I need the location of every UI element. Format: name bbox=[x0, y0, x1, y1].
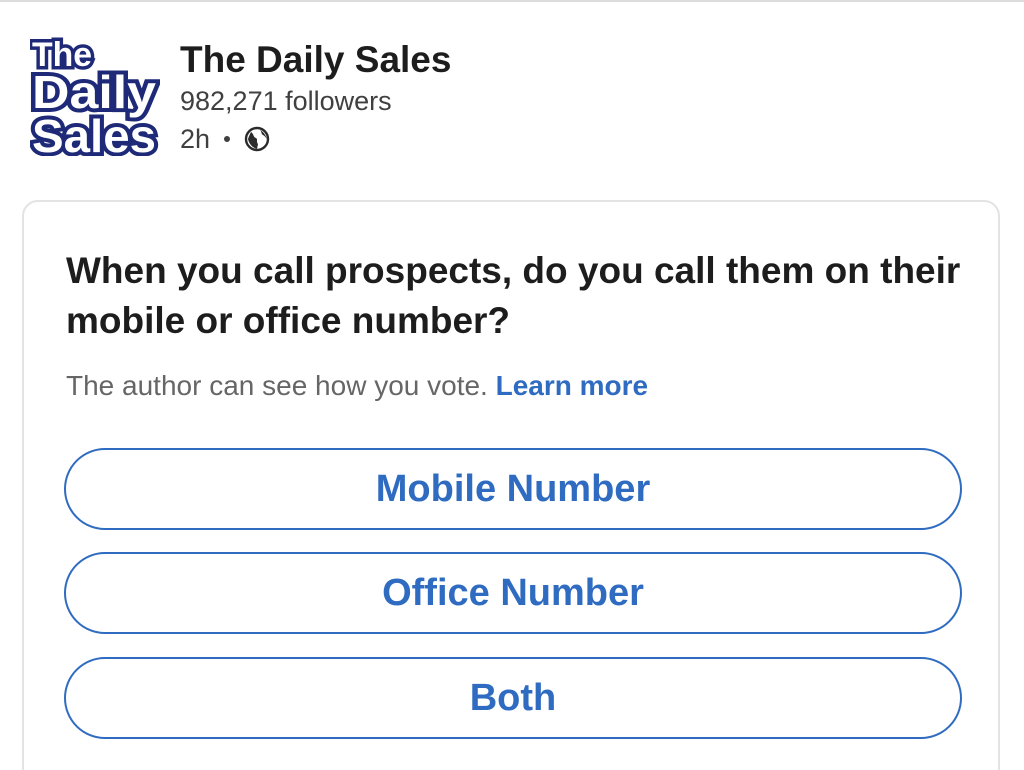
post-meta: 2h bbox=[180, 122, 270, 156]
post-time: 2h bbox=[180, 123, 211, 154]
top-divider bbox=[0, 0, 1024, 2]
author-note-text: The author can see how you vote. bbox=[66, 370, 488, 401]
poll-author-note: The author can see how you vote. Learn m… bbox=[66, 368, 648, 404]
poll-card: When you call prospects, do you call the… bbox=[22, 200, 1000, 770]
poll-option-both[interactable]: Both bbox=[64, 657, 962, 739]
learn-more-link[interactable]: Learn more bbox=[496, 370, 649, 401]
poll-question: When you call prospects, do you call the… bbox=[66, 250, 961, 341]
globe-icon bbox=[244, 126, 270, 152]
follower-count: 982,271 followers bbox=[180, 86, 392, 116]
logo-word-sales: Sales bbox=[32, 110, 156, 156]
poll-option-office-number[interactable]: Office Number bbox=[64, 552, 962, 634]
company-name[interactable]: The Daily Sales bbox=[180, 38, 451, 82]
separator-dot bbox=[224, 136, 231, 142]
poll-option-mobile-number[interactable]: Mobile Number bbox=[64, 448, 962, 530]
post-header: The Daily Sales The Daily Sales 982,271 … bbox=[30, 32, 990, 162]
linkedin-post: The Daily Sales The Daily Sales 982,271 … bbox=[0, 0, 1024, 770]
company-logo[interactable]: The Daily Sales bbox=[30, 34, 160, 156]
